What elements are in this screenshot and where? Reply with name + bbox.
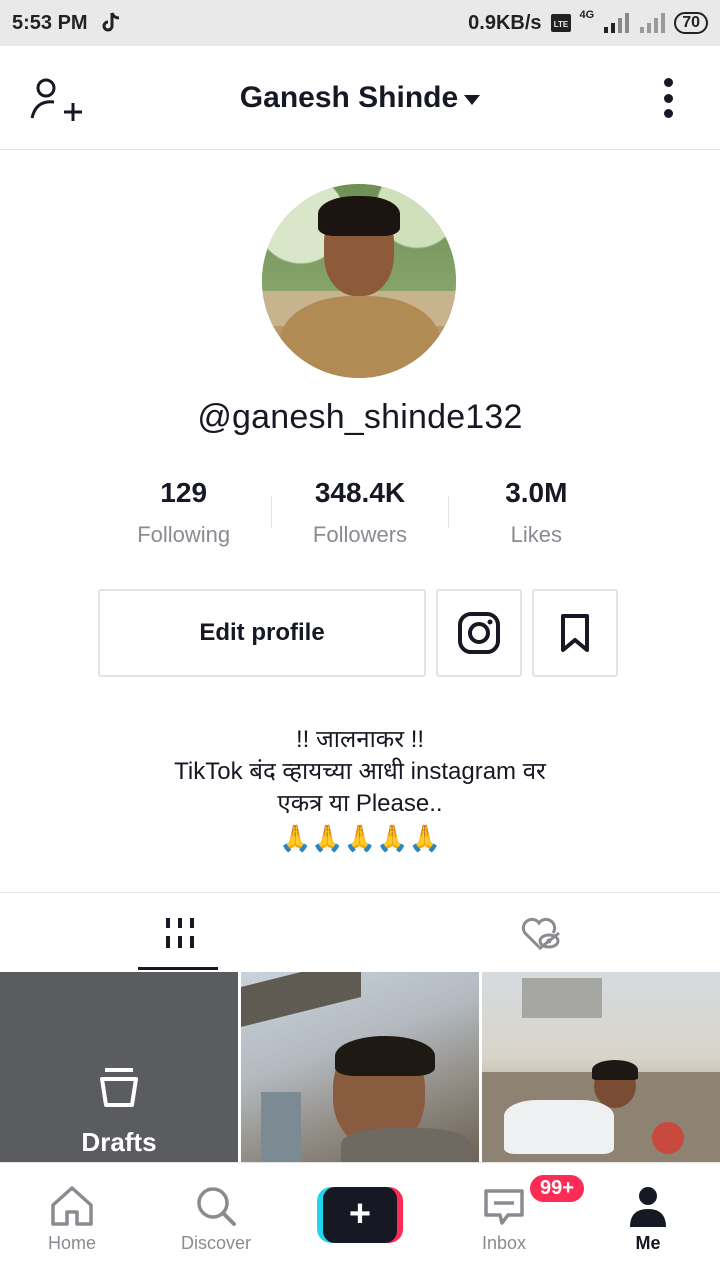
battery-indicator: 70 bbox=[674, 12, 708, 34]
nav-inbox-label: Inbox bbox=[481, 1233, 527, 1253]
likes-count: 3.0M bbox=[505, 477, 568, 508]
nav-create[interactable]: + bbox=[288, 1163, 432, 1280]
drafts-label: Drafts bbox=[81, 1127, 157, 1157]
add-friend-icon[interactable] bbox=[30, 76, 86, 124]
instagram-icon bbox=[458, 612, 500, 654]
bio-line: !! जालनाकर !! bbox=[295, 726, 425, 753]
following-label: Following bbox=[137, 522, 231, 547]
create-video-button[interactable]: + bbox=[317, 1187, 403, 1243]
drafts-icon bbox=[100, 1068, 138, 1107]
account-switcher[interactable]: Ganesh Shinde bbox=[239, 80, 481, 115]
signal-icon bbox=[604, 13, 630, 33]
followers-count: 348.4K bbox=[314, 477, 406, 508]
stat-followers[interactable]: 348.4K Followers bbox=[272, 474, 447, 554]
profile-header: Ganesh Shinde bbox=[0, 46, 720, 150]
chevron-down-icon bbox=[464, 94, 481, 105]
more-options-icon[interactable] bbox=[656, 78, 680, 118]
video-thumbnail[interactable] bbox=[241, 972, 479, 1162]
tiktok-notification-icon bbox=[102, 12, 119, 32]
profile-actions: Edit profile bbox=[98, 589, 618, 677]
profile-bio: !! जालनाकर !! TikTok बंद व्हायच्या आधी i… bbox=[0, 724, 720, 856]
bio-line: एकत्र या Please.. bbox=[277, 790, 443, 817]
home-icon bbox=[51, 1186, 93, 1226]
followers-label: Followers bbox=[312, 522, 408, 547]
following-count: 129 bbox=[160, 477, 208, 508]
username: @ganesh_shinde132 bbox=[197, 398, 523, 436]
volte-icon: LTE bbox=[550, 14, 571, 32]
status-net-speed: 0.9KB/s bbox=[468, 11, 542, 34]
bio-line: TikTok बंद व्हायच्या आधी instagram वर bbox=[174, 758, 546, 785]
video-thumbnail[interactable] bbox=[482, 972, 720, 1162]
profile-stats: 129 Following 348.4K Followers 3.0M Like… bbox=[96, 474, 624, 554]
nav-discover[interactable]: Discover bbox=[144, 1163, 288, 1280]
plus-icon: + bbox=[323, 1187, 397, 1243]
signal-icon-2 bbox=[640, 13, 666, 33]
status-time: 5:53 PM bbox=[12, 11, 88, 34]
stat-following[interactable]: 129 Following bbox=[96, 474, 271, 554]
tab-videos[interactable] bbox=[0, 893, 360, 972]
bookmark-icon bbox=[561, 614, 589, 652]
status-bar: 5:53 PM 0.9KB/s LTE 4G 70 bbox=[0, 0, 720, 46]
search-icon bbox=[197, 1187, 236, 1226]
nav-me-label: Me bbox=[635, 1233, 661, 1253]
instagram-button[interactable] bbox=[436, 589, 522, 677]
svg-text:LTE: LTE bbox=[553, 20, 568, 29]
bottom-navigation: Home Discover + Inbox 99+ Me bbox=[0, 1162, 720, 1280]
stat-likes[interactable]: 3.0M Likes bbox=[449, 474, 624, 554]
edit-profile-button[interactable]: Edit profile bbox=[98, 589, 426, 677]
person-icon bbox=[630, 1187, 666, 1227]
drafts-tile[interactable]: Drafts bbox=[0, 972, 238, 1162]
nav-home[interactable]: Home bbox=[0, 1163, 144, 1280]
tab-active-indicator bbox=[138, 967, 218, 970]
nav-home-label: Home bbox=[47, 1233, 96, 1253]
video-grid: Drafts bbox=[0, 972, 720, 1162]
likes-label: Likes bbox=[510, 522, 562, 547]
grid-icon bbox=[166, 917, 194, 948]
favorites-button[interactable] bbox=[532, 589, 618, 677]
nav-inbox[interactable]: Inbox 99+ bbox=[432, 1163, 586, 1280]
inbox-icon bbox=[484, 1189, 524, 1225]
bio-emoji-line: 🙏🙏🙏🙏🙏 bbox=[279, 823, 441, 853]
nav-discover-label: Discover bbox=[180, 1233, 251, 1253]
page-title: Ganesh Shinde bbox=[239, 80, 459, 114]
profile-avatar[interactable] bbox=[262, 184, 456, 378]
content-tabs bbox=[0, 892, 720, 972]
liked-hidden-icon bbox=[521, 917, 560, 950]
nav-me[interactable]: Me bbox=[576, 1163, 720, 1280]
tab-liked[interactable] bbox=[360, 893, 720, 972]
network-type: 4G bbox=[579, 9, 595, 21]
